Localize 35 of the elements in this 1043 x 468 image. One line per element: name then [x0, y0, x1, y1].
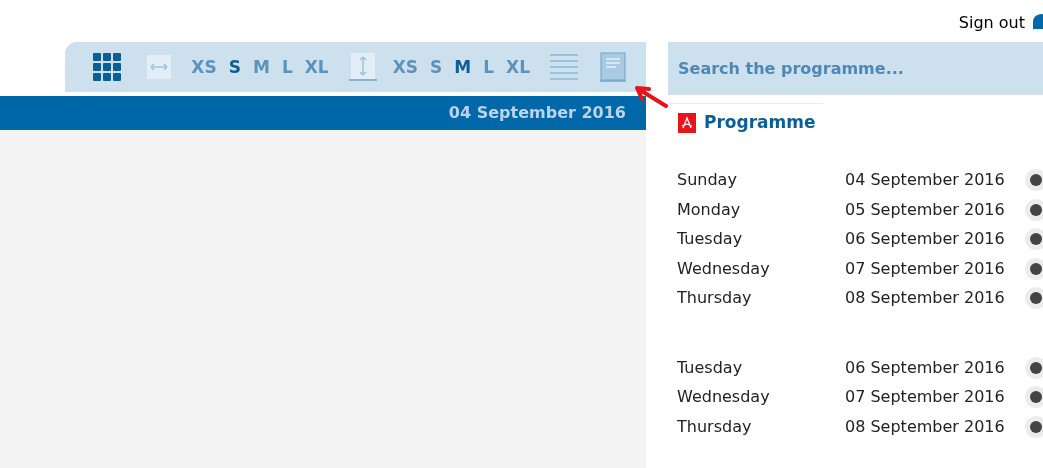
- day-name: Tuesday: [677, 356, 744, 379]
- document-icon[interactable]: [600, 52, 626, 82]
- day-name: Wednesday: [677, 257, 771, 280]
- pdf-icon: [678, 112, 696, 133]
- size-option[interactable]: M: [454, 58, 472, 76]
- day-name: Tuesday: [677, 228, 744, 251]
- search-field[interactable]: Search the programme...: [668, 42, 1043, 95]
- size-option[interactable]: XL: [304, 58, 329, 76]
- size-option[interactable]: XL: [506, 58, 530, 76]
- date-text: 08 September 2016: [845, 415, 1006, 438]
- day-name: Monday: [677, 198, 742, 221]
- size-option[interactable]: XS: [392, 58, 419, 76]
- date-text: 05 September 2016: [845, 198, 1006, 221]
- size-option[interactable]: XS: [191, 58, 217, 76]
- date-text: 06 September 2016: [845, 356, 1006, 379]
- date-text: 07 September 2016: [845, 386, 1006, 409]
- pointer-arrow-icon: [634, 84, 668, 110]
- size-option[interactable]: S: [228, 58, 241, 76]
- date-text: 08 September 2016: [845, 287, 1006, 310]
- date-heading: 04 September 2016: [448, 102, 626, 124]
- date-text: 06 September 2016: [845, 228, 1006, 251]
- size-option[interactable]: L: [281, 58, 293, 76]
- size-option[interactable]: S: [430, 58, 443, 76]
- day-name: Sunday: [677, 169, 738, 192]
- size-option[interactable]: L: [483, 58, 495, 76]
- grid-icon[interactable]: [93, 53, 122, 81]
- day-name: Thursday: [677, 287, 753, 310]
- date-text: 04 September 2016: [845, 169, 1006, 192]
- day-name: Thursday: [677, 415, 753, 438]
- date-text: 07 September 2016: [845, 257, 1006, 280]
- sign-out-link[interactable]: Sign out: [958, 11, 1025, 35]
- day-name: Wednesday: [677, 386, 771, 409]
- list-icon[interactable]: [550, 53, 578, 81]
- programme-link[interactable]: Programme: [704, 110, 816, 136]
- size-option[interactable]: M: [252, 58, 270, 76]
